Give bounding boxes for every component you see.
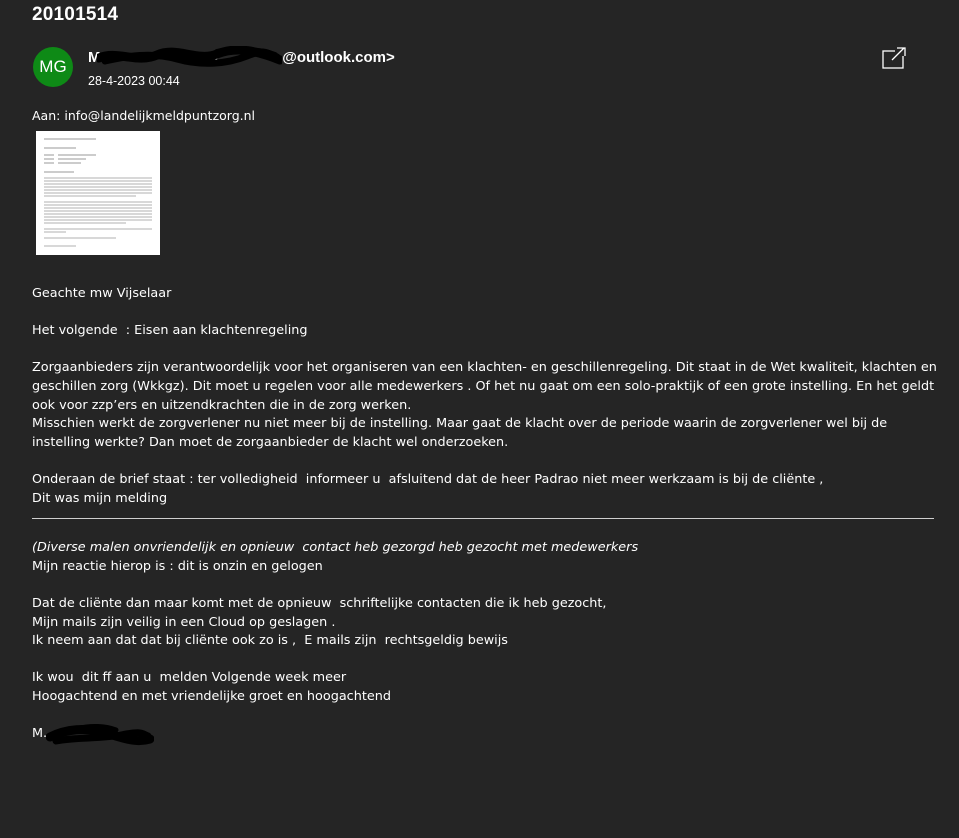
reply-line: Mijn reactie hierop is : dit is onzin en… [32,558,323,574]
recipient-address[interactable]: info@landelijkmeldpuntzorg.nl [64,108,255,123]
attachment-thumbnail[interactable] [36,131,160,255]
avatar-initials: MG [39,57,67,76]
message-subject-title: 20101514 [32,4,119,25]
message-date: 28-4-2023 00:44 [88,74,180,88]
recipient-line: Aan: info@landelijkmeldpuntzorg.nl [32,108,255,123]
redaction-scribble [97,46,282,67]
paragraph-2: Misschien werkt de zorgverlener nu niet … [32,416,892,450]
sender-suffix: @outlook.com> [282,49,395,66]
signature-text: M. [32,726,48,742]
message-body: Geachte mw Vijselaar Het volgende : Eise… [32,285,941,746]
open-in-new-window-icon[interactable] [881,46,907,70]
body-line-1: Dat de cliënte dan maar komt met de opni… [32,595,607,611]
recipient-label: Aan: [32,108,61,123]
body-line-4: Ik wou dit ff aan u melden Volgende week… [32,670,347,686]
sender-avatar[interactable]: MG [33,47,73,87]
body-line-5: Hoogachtend en met vriendelijke groet en… [32,688,391,704]
body-line-3: Ik neem aan dat dat bij cliënte ook zo i… [32,633,508,649]
salutation: Geachte mw Vijselaar [32,286,172,301]
paragraph-3: Onderaan de brief staat : ter volledighe… [32,471,824,487]
scanned-letter-thumbnail [36,131,160,255]
paragraph-1: Zorgaanbieders zijn verantwoordelijk voo… [32,360,941,413]
redaction-scribble [46,724,154,746]
subject-line: Het volgende : Eisen aan klachtenregelin… [32,323,308,339]
signature: M. [32,724,937,746]
body-line-2: Mijn mails zijn veilig in een Cloud op g… [32,614,336,630]
paragraph-4: Dit was mijn melding [32,490,168,506]
divider [32,518,934,520]
quoted-line: (Diverse malen onvriendelijk en opnieuw … [32,540,639,556]
